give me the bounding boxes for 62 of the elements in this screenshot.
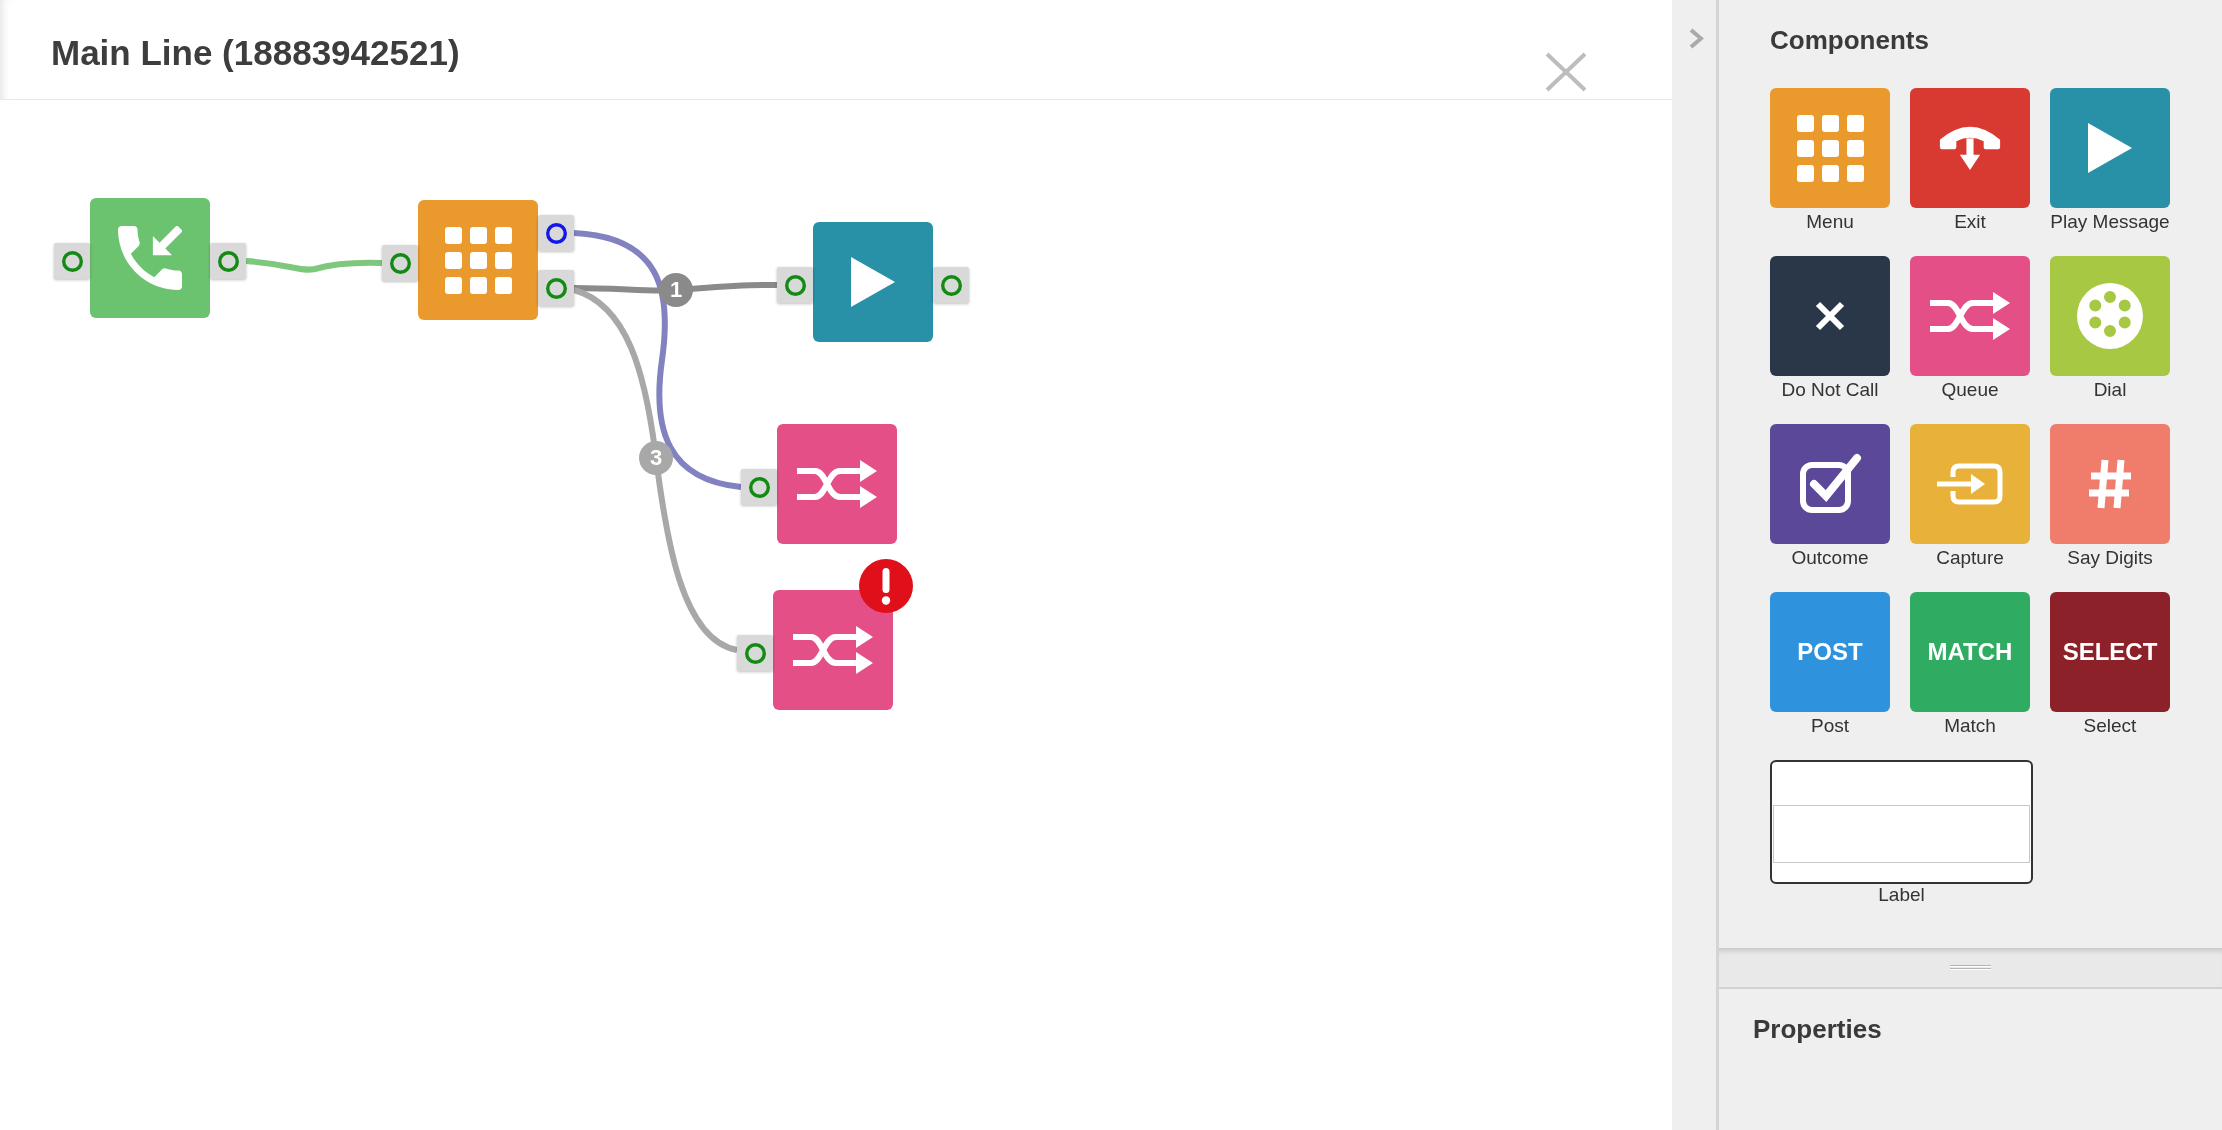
flow-node[interactable]	[90, 198, 210, 318]
incoming-call-icon	[118, 226, 182, 290]
component-label: Match	[1944, 714, 1996, 738]
component-tile[interactable]	[1910, 424, 2030, 544]
component-tile[interactable]: MATCH	[1910, 592, 2030, 712]
connection-port[interactable]	[737, 635, 773, 671]
component-tile[interactable]: POST	[1770, 592, 1890, 712]
component-tile[interactable]	[2050, 256, 2170, 376]
connection-port[interactable]	[54, 243, 90, 279]
component-tile[interactable]: SELECT	[2050, 592, 2170, 712]
connection-port[interactable]	[210, 243, 246, 279]
connection-port[interactable]	[382, 245, 418, 281]
section-title: Properties	[1753, 1014, 1883, 1044]
component-tile[interactable]	[2050, 88, 2170, 208]
keypad-icon	[1796, 114, 1864, 182]
rotary-dial-icon	[2077, 283, 2143, 349]
connection-port[interactable]	[933, 267, 969, 303]
resize-handle[interactable]	[1719, 948, 2222, 989]
section-title: Components	[1770, 25, 1930, 55]
close-icon	[1544, 51, 1588, 93]
connection-port[interactable]	[538, 215, 574, 251]
component-tile[interactable]	[1770, 88, 1890, 208]
component-label: Dial	[2093, 378, 2127, 402]
component-label: Queue	[1941, 378, 1999, 402]
component-label: Say Digits	[2067, 546, 2153, 570]
component-label: Select	[2083, 714, 2137, 738]
component-label: Post	[1811, 714, 1849, 738]
keypad-icon	[444, 226, 512, 294]
chevron-icon[interactable]	[1688, 28, 1704, 49]
grip-icon	[1950, 964, 1991, 971]
component-label: Do Not Call	[1781, 378, 1879, 402]
connection-line[interactable]	[573, 230, 742, 490]
component-label: Menu	[1806, 210, 1854, 234]
play-icon	[2088, 123, 2132, 173]
play-icon	[851, 257, 895, 307]
connection-port[interactable]	[538, 270, 574, 306]
component-tile[interactable]	[1910, 256, 2030, 376]
x-mark-icon	[1815, 301, 1845, 331]
close-button[interactable]	[1544, 51, 1588, 93]
component-tile[interactable]	[2050, 424, 2170, 544]
connection-label: 1	[659, 273, 693, 307]
connection-label: 3	[639, 441, 673, 475]
hash-icon	[2088, 458, 2132, 510]
arrow-into-box-icon	[1937, 463, 2003, 505]
window-title: Main Line (18883942521)	[51, 33, 460, 73]
connection-line[interactable]	[245, 258, 383, 273]
component-tile[interactable]	[1770, 424, 1890, 544]
flow-node[interactable]	[813, 222, 933, 342]
component-label: Outcome	[1791, 546, 1869, 570]
component-tile[interactable]	[1910, 88, 2030, 208]
component-label: Exit	[1954, 210, 1986, 234]
component-label: Label	[1878, 884, 1925, 906]
flow-node[interactable]	[773, 590, 893, 710]
component-label: Play Message	[2050, 210, 2170, 234]
flow-node[interactable]	[418, 200, 538, 320]
label-tile[interactable]	[1770, 760, 2033, 884]
flow-node[interactable]	[777, 424, 897, 544]
component-tile[interactable]	[1770, 256, 1890, 376]
connection-port[interactable]	[777, 267, 813, 303]
checked-box-icon	[1798, 453, 1862, 515]
connection-port[interactable]	[741, 469, 777, 505]
component-label: Capture	[1936, 546, 2004, 570]
